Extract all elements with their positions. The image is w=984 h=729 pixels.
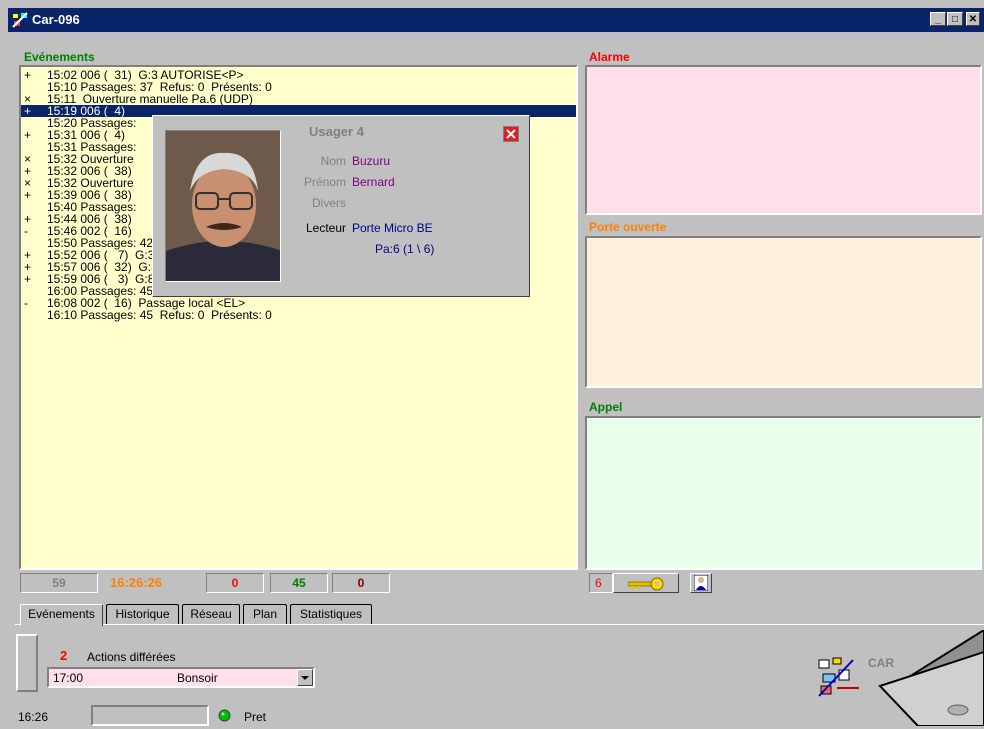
status-progress: [91, 705, 209, 726]
event-prefix: +: [24, 188, 32, 202]
deferred-actions-select[interactable]: 17:00 Bonsoir: [47, 667, 315, 688]
deferred-label: Actions différées: [87, 650, 176, 664]
counter-passages: 45: [270, 573, 328, 593]
alarme-label: Alarme: [589, 50, 630, 64]
divers-label: Divers: [311, 196, 346, 210]
deferred-action: Bonsoir: [177, 671, 218, 685]
event-prefix: -: [24, 224, 28, 238]
pa-value: Pa:6 (1 \ 6): [375, 242, 435, 256]
tab-evenements[interactable]: Evénements: [20, 604, 103, 626]
maximize-button[interactable]: □: [947, 12, 963, 26]
event-prefix: +: [24, 68, 32, 82]
appel-label: Appel: [589, 400, 623, 414]
side-button[interactable]: [16, 634, 38, 692]
window-title: Car-096: [32, 12, 80, 27]
app-icon: [12, 12, 28, 28]
dropdown-arrow-icon[interactable]: [297, 669, 313, 686]
deferred-time: 17:00: [53, 671, 84, 685]
status-state: Pret: [244, 710, 267, 724]
prenom-value: Bernard: [352, 175, 395, 189]
key-button[interactable]: [613, 573, 679, 593]
status-clock: 16:26: [18, 710, 49, 724]
close-icon: [504, 127, 518, 141]
tab-statistiques[interactable]: Statistiques: [290, 604, 372, 624]
close-button[interactable]: ✕: [966, 12, 980, 26]
event-text: 16:10 Passages: 45 Refus: 0 Présents: 0: [47, 308, 272, 322]
title-bar: Car-096 _ □ ✕: [8, 8, 984, 32]
event-prefix: -: [24, 296, 28, 310]
user-photo: [165, 130, 281, 282]
nom-label: Nom: [320, 154, 346, 168]
popup-title: Usager 4: [309, 124, 364, 139]
alarme-panel[interactable]: [585, 65, 982, 215]
counter-refused: 0: [206, 573, 264, 593]
porte-ouverte-label: Porte ouverte: [589, 220, 667, 234]
counter-box-1: 59: [20, 573, 98, 593]
lecteur-label: Lecteur: [305, 221, 346, 235]
minimize-button[interactable]: _: [930, 12, 946, 26]
event-prefix: +: [24, 272, 32, 286]
counter-present: 0: [332, 573, 390, 593]
car-logo-icon: [817, 656, 861, 701]
event-prefix: +: [24, 128, 32, 142]
ready-led-icon: [218, 709, 231, 725]
tab-reseau[interactable]: Réseau: [182, 604, 240, 624]
clock-display: 16:26:26: [110, 575, 163, 590]
appel-panel[interactable]: [585, 416, 982, 570]
nom-value: Buzuru: [352, 154, 391, 168]
key-icon: [627, 577, 664, 594]
lecteur-value: Porte Micro BE: [352, 221, 433, 235]
prenom-label: Prénom: [303, 175, 346, 189]
tab-plan[interactable]: Plan: [243, 604, 287, 624]
laptop-icon: [878, 628, 984, 729]
event-prefix: +: [24, 104, 32, 118]
popup-close-button[interactable]: [503, 126, 519, 142]
event-row[interactable]: 16:10 Passages: 45 Refus: 0 Présents: 0: [21, 309, 576, 321]
user-button[interactable]: [690, 573, 712, 593]
doors-count: 6: [589, 573, 613, 593]
porte-ouverte-panel[interactable]: [585, 236, 982, 388]
tab-baseline: [15, 624, 984, 625]
deferred-count: 2: [60, 648, 68, 663]
tab-historique[interactable]: Historique: [106, 604, 179, 624]
events-label: Evénements: [24, 50, 95, 64]
user-icon: [693, 574, 709, 594]
user-info-popup: Usager 4 Nom Buzuru Prénom Bernard Diver…: [152, 115, 530, 297]
